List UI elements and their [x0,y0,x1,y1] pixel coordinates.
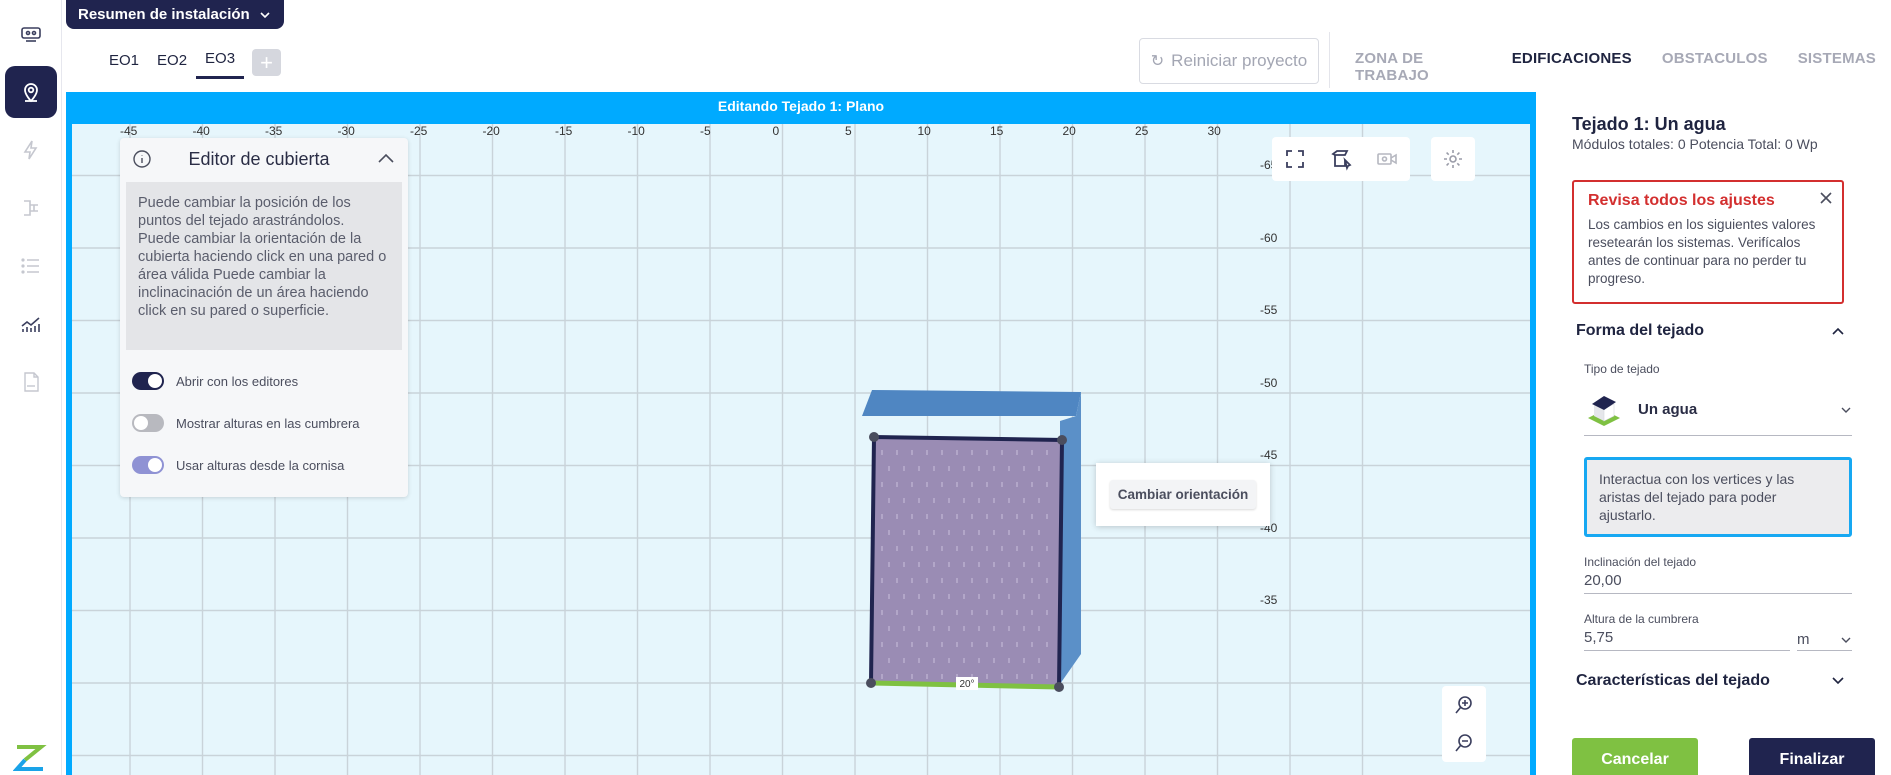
roof-summary: Módulos totales: 0 Potencia Total: 0 Wp [1572,136,1818,152]
camera-off-icon[interactable] [1375,147,1399,171]
ridge-height-label: Altura de la cumbrera [1584,612,1699,626]
editor-header: Editor de cubierta [120,138,408,180]
drawing-canvas[interactable]: -45 -40 -35 -30 -25 -20 -15 -10 -5 0 5 10 15 20 25 30 -… [72,124,1530,775]
tab-systems[interactable]: SISTEMAS [1783,40,1891,97]
section-title: Forma del tejado [1576,322,1705,339]
roof-settings-panel: Tejado 1: Un agua Módulos totales: 0 Pot… [1536,92,1891,775]
sidebar-item-location[interactable] [5,66,57,118]
chevron-up-icon[interactable] [376,149,396,169]
tab-work-zone[interactable]: ZONA DE TRABAJO [1340,40,1497,97]
toggle-label: Usar alturas desde la cornisa [176,457,345,473]
close-icon[interactable] [1818,190,1834,206]
tab-eo2[interactable]: EO2 [148,48,196,78]
sidebar-item-panels[interactable] [5,8,57,60]
roof-shape-section-header[interactable]: Forma del tejado [1576,322,1846,340]
cancel-button[interactable]: Cancelar [1572,738,1698,775]
chevron-down-icon [1841,407,1851,413]
sidebar-item-pdf[interactable] [5,356,57,408]
roof-info-box: Interactua con los vertices y las arista… [1584,457,1852,537]
context-menu: Cambiar orientación [1096,463,1270,526]
restart-project-button[interactable]: ↻ Reiniciar proyecto [1139,38,1319,84]
finish-button[interactable]: Finalizar [1749,738,1875,775]
eave-heights-toggle[interactable] [132,456,164,474]
sidebar-item-chart[interactable] [5,298,57,350]
chart-icon [21,317,40,332]
chevron-up-icon [1832,327,1844,335]
house-icon [1588,395,1620,426]
solar-panel-icon [21,27,41,42]
editor-help-text: Puede cambiar la posición de los puntos … [126,182,402,350]
summary-dropdown[interactable]: Resumen de instalación [66,0,284,29]
main-nav: ZONA DE TRABAJO EDIFICACIONES OBSTACULOS… [1340,40,1891,97]
unit-select[interactable]: m [1797,629,1852,651]
editing-banner: Editando Tejado 1: Plano [717,98,885,114]
tab-buildings[interactable]: EDIFICACIONES [1496,40,1647,97]
select-area-icon[interactable] [1329,147,1353,171]
unit-value: m [1797,631,1810,648]
canvas-frame: Editando Tejado 1: Plano -45 -40 -35 -30 -25… [66,92,1601,775]
settings-alert: Revisa todos los ajustes Los cambios en … [1572,180,1844,304]
header-divider [1329,32,1330,88]
tab-eo1[interactable]: EO1 [100,48,148,78]
section-title: Características del tejado [1576,672,1770,689]
editor-title: Editor de cubierta [188,148,330,169]
slope-input[interactable]: 20,00 [1584,572,1852,594]
zoom-controls [1442,686,1486,762]
zoom-in-icon[interactable] [1452,693,1476,717]
roof-vertex[interactable] [866,678,876,688]
sidebar-item-circuit[interactable] [5,182,57,234]
canvas-settings-button[interactable] [1431,137,1475,181]
circuit-icon [24,200,38,216]
restart-label: Reiniciar proyecto [1171,51,1308,70]
toggle-row-ridge-heights: Mostrar alturas en las cumbrera [120,402,408,444]
chevron-down-icon [1841,637,1851,643]
gear-icon [1444,150,1462,168]
summary-label: Resumen de instalación [78,6,250,23]
sidebar-item-list[interactable] [5,240,57,292]
roof-vertex[interactable] [869,432,879,442]
building-top-face [862,390,1081,416]
roof-features-section-header[interactable]: Características del tejado [1576,672,1846,690]
roof-title: Tejado 1: Un agua [1572,114,1726,134]
toggle-row-eave-heights: Usar alturas desde la cornisa [120,444,408,486]
chevron-down-icon [260,11,270,18]
sidebar-item-electrical[interactable] [5,124,57,176]
roof-editor-panel: Editor de cubierta Puede cambiar la posi… [120,138,408,497]
roof-vertex[interactable] [1054,682,1064,692]
ridge-height-input[interactable]: 5,75 [1584,629,1790,651]
pdf-icon [24,372,39,392]
roof-type-label: Tipo de tejado [1584,362,1660,376]
toggle-label: Mostrar alturas en las cumbrera [176,415,360,431]
app-root: Resumen de instalación EO1 EO2 EO3 + ↻ R… [0,0,1891,775]
roof-surface[interactable] [868,434,1065,690]
open-editors-toggle[interactable] [132,372,164,390]
roof-type-select[interactable]: Un agua [1584,384,1852,436]
alert-text: Los cambios en los siguientes valores re… [1588,217,1816,286]
brand-logo-icon [13,745,47,771]
ridge-heights-toggle[interactable] [132,414,164,432]
building-tabs: EO1 EO2 EO3 + [100,46,282,79]
add-building-button[interactable]: + [252,49,282,76]
map-pin-icon [24,83,38,103]
zoom-out-icon[interactable] [1452,731,1476,755]
slope-label: 20° [959,679,974,690]
lightning-icon [23,140,38,160]
canvas-tools [1272,137,1410,181]
chevron-down-icon [1832,677,1844,685]
roof-type-value: Un agua [1638,401,1698,418]
fullscreen-icon[interactable] [1283,147,1307,171]
list-icon [21,258,39,274]
tab-obstacles[interactable]: OBSTACULOS [1647,40,1783,97]
tab-eo3[interactable]: EO3 [196,46,245,79]
toggle-label: Abrir con los editores [176,373,299,389]
info-icon [133,150,151,168]
toggle-row-open-editors: Abrir con los editores [120,360,408,402]
sidebar [0,0,62,775]
change-orientation-option[interactable]: Cambiar orientación [1109,480,1257,509]
roof-vertex[interactable] [1057,435,1067,445]
refresh-icon: ↻ [1150,53,1165,70]
slope-label: Inclinación del tejado [1584,555,1697,569]
alert-title: Revisa todos los ajustes [1588,192,1775,209]
